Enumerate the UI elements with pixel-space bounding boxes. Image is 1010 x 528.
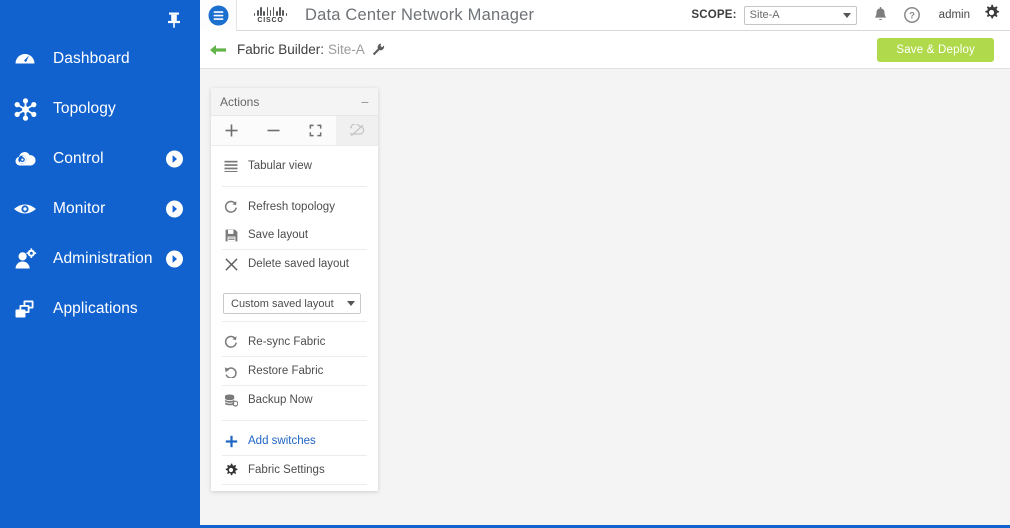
saved-layout-select-wrapper: Custom saved layout (211, 284, 378, 321)
dashboard-gauge-icon (10, 45, 40, 73)
menu-item-label: Restore Fabric (248, 365, 324, 377)
svg-text:?: ? (909, 11, 915, 22)
applications-windows-icon (10, 295, 40, 323)
actions-group-view: Tabular view (211, 146, 378, 186)
control-cloud-icon (10, 145, 40, 173)
zoom-out-button[interactable] (253, 116, 295, 145)
refresh-circular-icon (223, 199, 239, 215)
zoom-in-button[interactable] (211, 116, 253, 145)
menu-item-save-layout[interactable]: Save layout (211, 221, 378, 249)
topology-nodes-icon (10, 95, 40, 123)
breadcrumb-fabric-name: Site-A (328, 41, 365, 57)
breadcrumb-prefix: Fabric Builder: (237, 41, 325, 57)
menu-item-tabular-view[interactable]: Tabular view (211, 152, 378, 180)
help-question-icon[interactable]: ? (903, 7, 920, 23)
sidebar-item-label: Applications (53, 300, 138, 317)
header-right-controls: SCOPE: Site-A ? admin (691, 4, 1010, 26)
menu-item-label: Delete saved layout (248, 258, 350, 270)
menu-item-refresh-topology[interactable]: Refresh topology (211, 193, 378, 221)
scope-select[interactable]: Site-A (743, 5, 857, 25)
backup-database-icon (223, 392, 239, 408)
chevron-down-icon (842, 12, 851, 18)
cisco-bridge-icon (248, 6, 293, 16)
crossed-overlay-icon (336, 116, 378, 145)
fit-screen-icon[interactable] (295, 116, 337, 145)
menu-item-restore-fabric[interactable]: Restore Fabric (211, 357, 378, 385)
sidebar-item-control[interactable]: Control (0, 134, 200, 184)
sidebar-item-monitor[interactable]: Monitor (0, 184, 200, 234)
menu-item-label: Backup Now (248, 394, 313, 406)
actions-group-add-settings: Add switches Fabric Settings (211, 421, 378, 491)
hamburger-menu-icon[interactable] (200, 0, 237, 31)
menu-item-delete-saved-layout[interactable]: Delete saved layout (211, 250, 378, 278)
cisco-logo[interactable]: CISCO (248, 6, 293, 24)
sidebar-item-topology[interactable]: Topology (0, 84, 200, 134)
actions-group-layout: Refresh topology Save layout Delete save… (211, 187, 378, 284)
breadcrumb: Fabric Builder: Site-A (237, 41, 385, 59)
top-header-bar: CISCO Data Center Network Manager SCOPE:… (200, 0, 1010, 31)
actions-panel: Actions − Tabular view Refresh topology … (211, 88, 378, 491)
saved-layout-select[interactable]: Custom saved layout (223, 293, 361, 314)
divider (222, 484, 367, 485)
user-name[interactable]: admin (939, 9, 970, 21)
menu-item-add-switches[interactable]: Add switches (211, 427, 378, 455)
actions-panel-title: Actions (220, 94, 260, 109)
cisco-wordmark: CISCO (257, 16, 284, 24)
fabric-builder-subheader: Fabric Builder: Site-A Save & Deploy (200, 31, 1010, 69)
app-title: Data Center Network Manager (305, 5, 535, 24)
chevron-down-icon (347, 301, 355, 306)
scope-select-value: Site-A (749, 9, 780, 21)
menu-item-label: Fabric Settings (248, 464, 325, 476)
chevron-right-icon[interactable] (166, 150, 183, 168)
actions-toolbar (211, 116, 378, 146)
menu-item-resync-fabric[interactable]: Re-sync Fabric (211, 328, 378, 356)
resync-circular-icon (223, 334, 239, 350)
back-arrow-icon[interactable] (206, 38, 230, 62)
scope-label: SCOPE: (691, 9, 737, 21)
dcnm-fabric-builder-window: Dashboard Topology Control Monitor Admin… (0, 0, 1010, 528)
sidebar-item-label: Administration (53, 250, 153, 267)
sidebar-item-label: Dashboard (53, 50, 130, 67)
actions-panel-header: Actions − (211, 88, 378, 116)
actions-group-fabric-ops: Re-sync Fabric Restore Fabric Backup Now (211, 322, 378, 420)
sidebar-item-label: Topology (53, 100, 116, 117)
wrench-icon[interactable] (372, 43, 385, 61)
bell-icon[interactable] (873, 7, 888, 23)
menu-item-backup-now[interactable]: Backup Now (211, 386, 378, 414)
menu-item-label: Save layout (248, 229, 309, 241)
sidebar-item-applications[interactable]: Applications (0, 284, 200, 334)
chevron-right-icon[interactable] (166, 250, 183, 268)
chevron-right-icon[interactable] (166, 200, 183, 218)
menu-item-label: Refresh topology (248, 201, 335, 213)
menu-item-label: Tabular view (248, 160, 312, 172)
close-x-icon (223, 256, 239, 272)
list-lines-icon (223, 158, 239, 174)
main-sidebar: Dashboard Topology Control Monitor Admin… (0, 0, 200, 525)
admin-user-gear-icon (10, 245, 40, 273)
minimize-icon[interactable]: − (361, 95, 369, 109)
saved-layout-select-value: Custom saved layout (231, 297, 334, 310)
pin-icon[interactable] (166, 11, 182, 29)
sidebar-item-label: Monitor (53, 200, 106, 217)
monitor-eye-icon (10, 195, 40, 223)
sidebar-item-administration[interactable]: Administration (0, 234, 200, 284)
menu-item-label: Re-sync Fabric (248, 336, 326, 348)
sidebar-item-label: Control (53, 150, 104, 167)
save-deploy-button[interactable]: Save & Deploy (877, 37, 994, 62)
undo-arrow-icon (223, 363, 239, 379)
sidebar-item-dashboard[interactable]: Dashboard (0, 34, 200, 84)
gear-icon[interactable] (983, 4, 1000, 26)
floppy-disk-icon (223, 227, 239, 243)
sidebar-pin-row (0, 0, 200, 34)
menu-item-label: Add switches (248, 435, 316, 447)
plus-icon (223, 433, 239, 449)
gear-icon (223, 462, 239, 478)
menu-item-fabric-settings[interactable]: Fabric Settings (211, 456, 378, 484)
